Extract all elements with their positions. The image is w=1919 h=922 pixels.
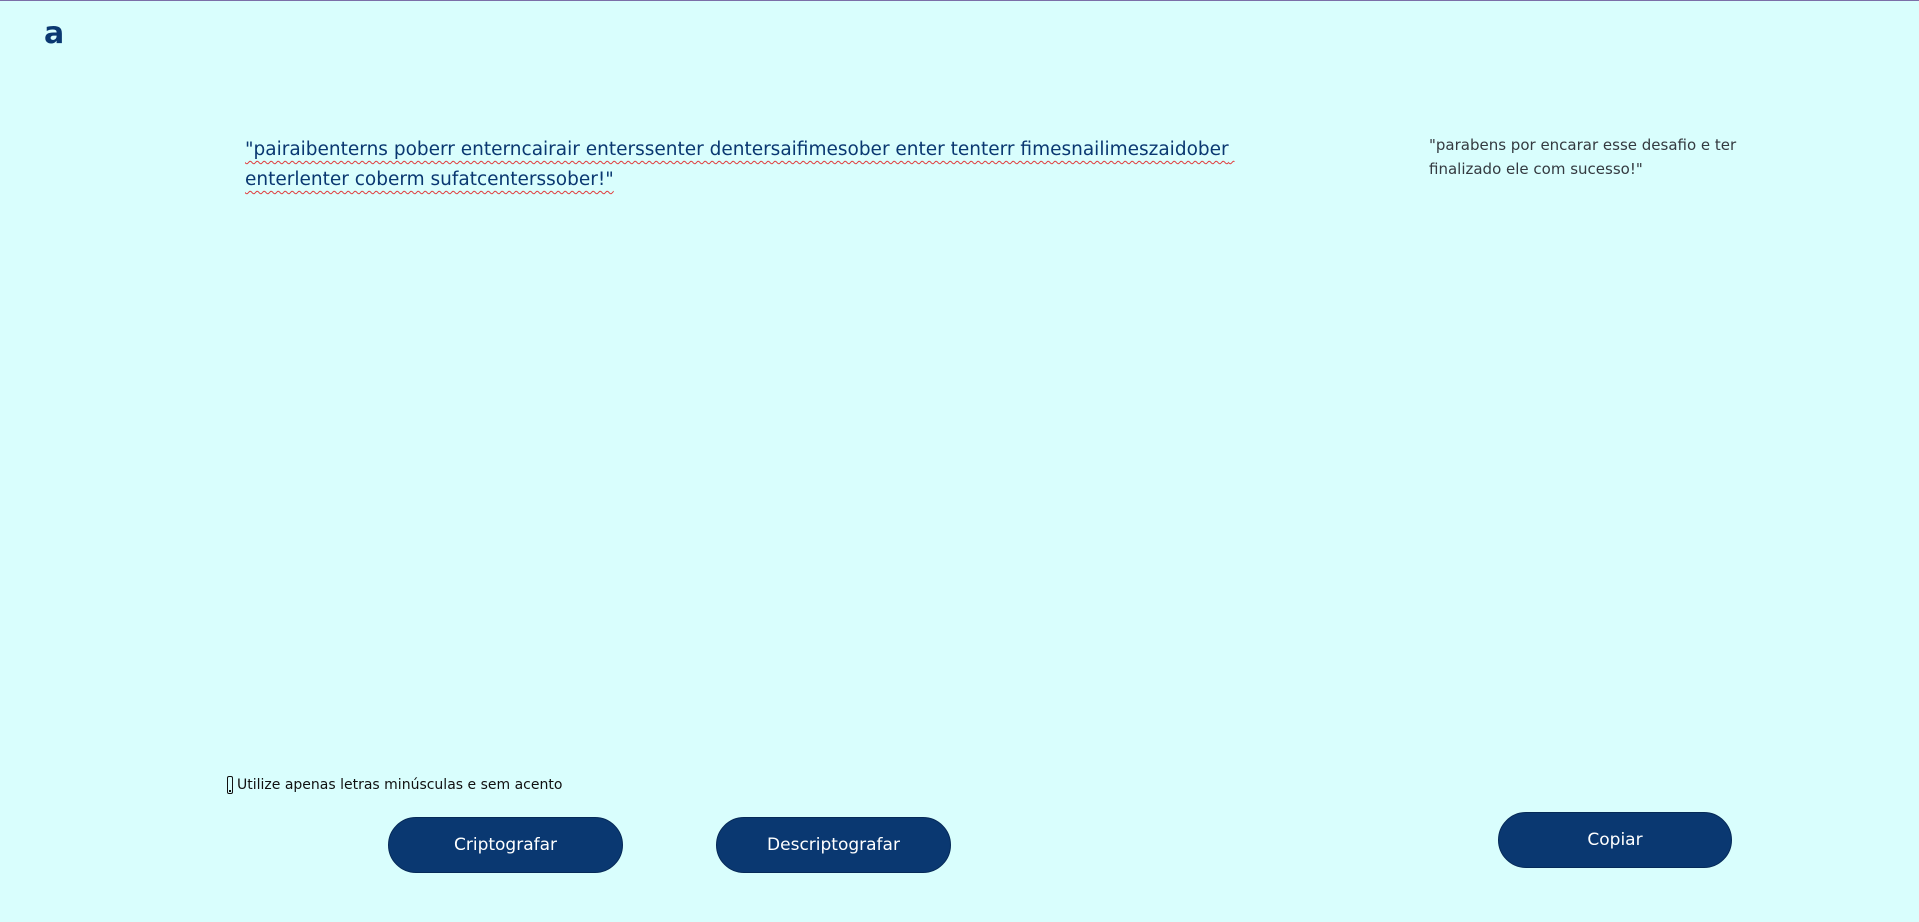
decrypt-button[interactable]: Descriptografar [716, 817, 951, 873]
info-hint: Utilize apenas letras minúsculas e sem a… [227, 776, 562, 794]
encrypt-button[interactable]: Criptografar [388, 817, 623, 873]
logo: a [44, 16, 65, 51]
copy-button[interactable]: Copiar [1498, 812, 1732, 868]
exclamation-icon [227, 776, 233, 794]
info-hint-text: Utilize apenas letras minúsculas e sem a… [237, 777, 563, 793]
output-message: "parabens por encarar esse desafio e ter… [1429, 136, 1737, 178]
message-input[interactable]: "pairaibenterns poberr enterncairair ent… [245, 135, 1235, 735]
